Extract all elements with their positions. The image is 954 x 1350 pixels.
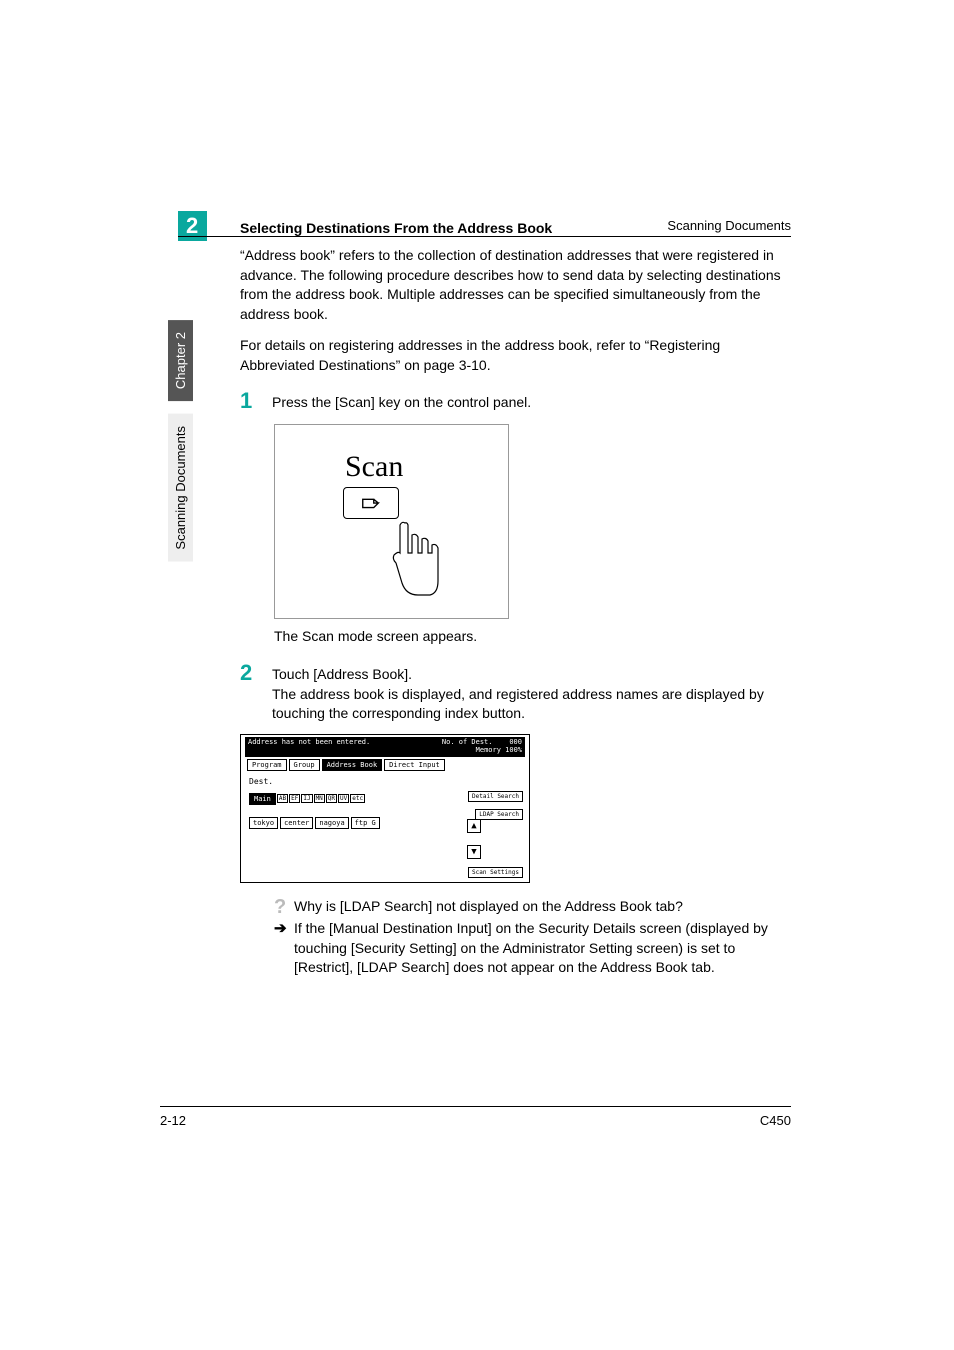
ss-status-bar: Address has not been entered. No. of Des… <box>245 737 525 757</box>
ss-index-tab[interactable]: AB <box>277 794 288 803</box>
hand-pointer-icon <box>380 513 450 603</box>
step-2: 2 Touch [Address Book]. The address book… <box>240 660 794 724</box>
ss-ldap-search-button[interactable]: LDAP Search <box>475 809 523 820</box>
ss-index-tab[interactable]: EF <box>289 794 300 803</box>
footer-page-number: 2-12 <box>160 1113 186 1128</box>
step-number: 2 <box>240 660 272 724</box>
header-section-title: Scanning Documents <box>667 218 791 233</box>
ss-index-tab[interactable]: UV <box>338 794 349 803</box>
header-divider <box>178 236 791 237</box>
scan-key-figure: Scan <box>274 424 509 619</box>
ss-index-tab[interactable]: QR <box>326 794 337 803</box>
ss-index-tab[interactable]: etc <box>350 794 365 803</box>
ss-detail-search-button[interactable]: Detail Search <box>468 791 523 802</box>
ss-index-main[interactable]: Main <box>249 793 276 805</box>
ss-index-tab[interactable]: MN <box>314 794 325 803</box>
arrow-right-icon: ➔ <box>274 919 294 978</box>
step-text: Touch [Address Book]. The address book i… <box>272 660 794 724</box>
ss-tab-direct-input[interactable]: Direct Input <box>384 759 445 771</box>
side-tab-chapter: Chapter 2 <box>168 320 193 401</box>
ss-tab-address-book[interactable]: Address Book <box>322 759 383 771</box>
qa-question: ? Why is [LDAP Search] not displayed on … <box>274 897 794 917</box>
scan-key-label: Scan <box>345 450 403 484</box>
side-tab-section: Scanning Documents <box>168 414 193 562</box>
ss-scan-settings-button[interactable]: Scan Settings <box>468 867 523 878</box>
intro-paragraph-2: For details on registering addresses in … <box>240 336 794 375</box>
step-1: 1 Press the [Scan] key on the control pa… <box>240 388 794 414</box>
question-mark-icon: ? <box>274 897 294 917</box>
ss-address-entry[interactable]: tokyo <box>249 817 278 829</box>
ss-scroll-up[interactable]: ▲ <box>467 819 481 833</box>
qa-answer-text: If the [Manual Destination Input] on the… <box>294 919 794 978</box>
step-1-result: The Scan mode screen appears. <box>274 627 794 647</box>
step-number: 1 <box>240 388 272 414</box>
qa-question-text: Why is [LDAP Search] not displayed on th… <box>294 897 683 917</box>
ss-scroll-down[interactable]: ▼ <box>467 845 481 859</box>
intro-paragraph-1: “Address book” refers to the collection … <box>240 246 794 324</box>
address-book-screenshot: Address has not been entered. No. of Des… <box>240 734 530 883</box>
ss-tab-group[interactable]: Group <box>289 759 320 771</box>
ss-address-entry[interactable]: nagoya <box>315 817 348 829</box>
ss-index-tab[interactable]: IJ <box>301 794 312 803</box>
page-footer: 2-12 C450 <box>160 1106 791 1128</box>
ss-dest-label: Dest. <box>249 777 273 786</box>
footer-model: C450 <box>760 1113 791 1128</box>
step-text: Press the [Scan] key on the control pane… <box>272 388 531 414</box>
ss-address-entry[interactable]: ftp G <box>351 817 380 829</box>
qa-answer: ➔ If the [Manual Destination Input] on t… <box>274 919 794 978</box>
ss-tab-program[interactable]: Program <box>247 759 287 771</box>
ss-address-entry[interactable]: center <box>280 817 313 829</box>
